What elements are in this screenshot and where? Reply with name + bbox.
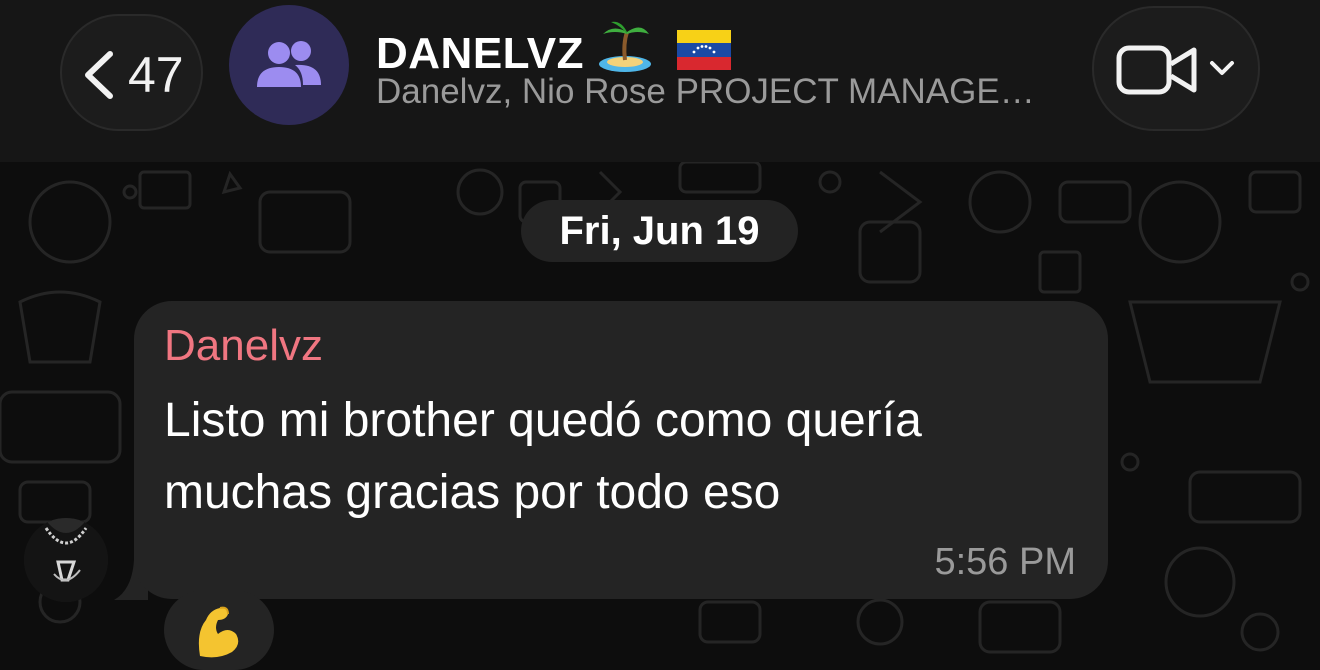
chat-members: Danelvz, Nio Rose PROJECT MANAGE…	[376, 72, 1035, 111]
date-separator: Fri, Jun 19	[521, 200, 798, 262]
avatar-image	[24, 518, 108, 602]
unread-count: 47	[128, 47, 184, 103]
message-reaction[interactable]	[164, 590, 274, 670]
group-avatar[interactable]	[229, 5, 349, 125]
message-text-line: muchas gracias por todo eso	[164, 466, 781, 519]
message-time: 5:56 PM	[934, 541, 1076, 583]
message-bubble[interactable]: Danelvz Listo mi brother quedó como quer…	[134, 301, 1108, 599]
flexed-biceps-emoji	[198, 606, 239, 658]
message-text-line: Listo mi brother quedó como quería	[164, 394, 922, 447]
message-sender[interactable]: Danelvz	[164, 321, 323, 371]
chat-title[interactable]: DANELVZ	[376, 20, 732, 79]
chevron-left-icon	[85, 51, 113, 99]
venezuela-flag-emoji	[677, 30, 732, 70]
group-icon	[257, 41, 321, 87]
sender-avatar[interactable]	[24, 518, 108, 602]
back-button[interactable]: 47	[60, 14, 203, 131]
chevron-down-icon	[1210, 61, 1234, 75]
chat-title-text: DANELVZ	[376, 29, 585, 78]
chat-header: 47 DANELVZ Danelvz, Nio Rose PROJECT MAN…	[0, 0, 1320, 162]
palm-island-emoji	[598, 21, 651, 72]
video-camera-icon	[1116, 45, 1197, 95]
video-call-button[interactable]	[1092, 6, 1260, 131]
